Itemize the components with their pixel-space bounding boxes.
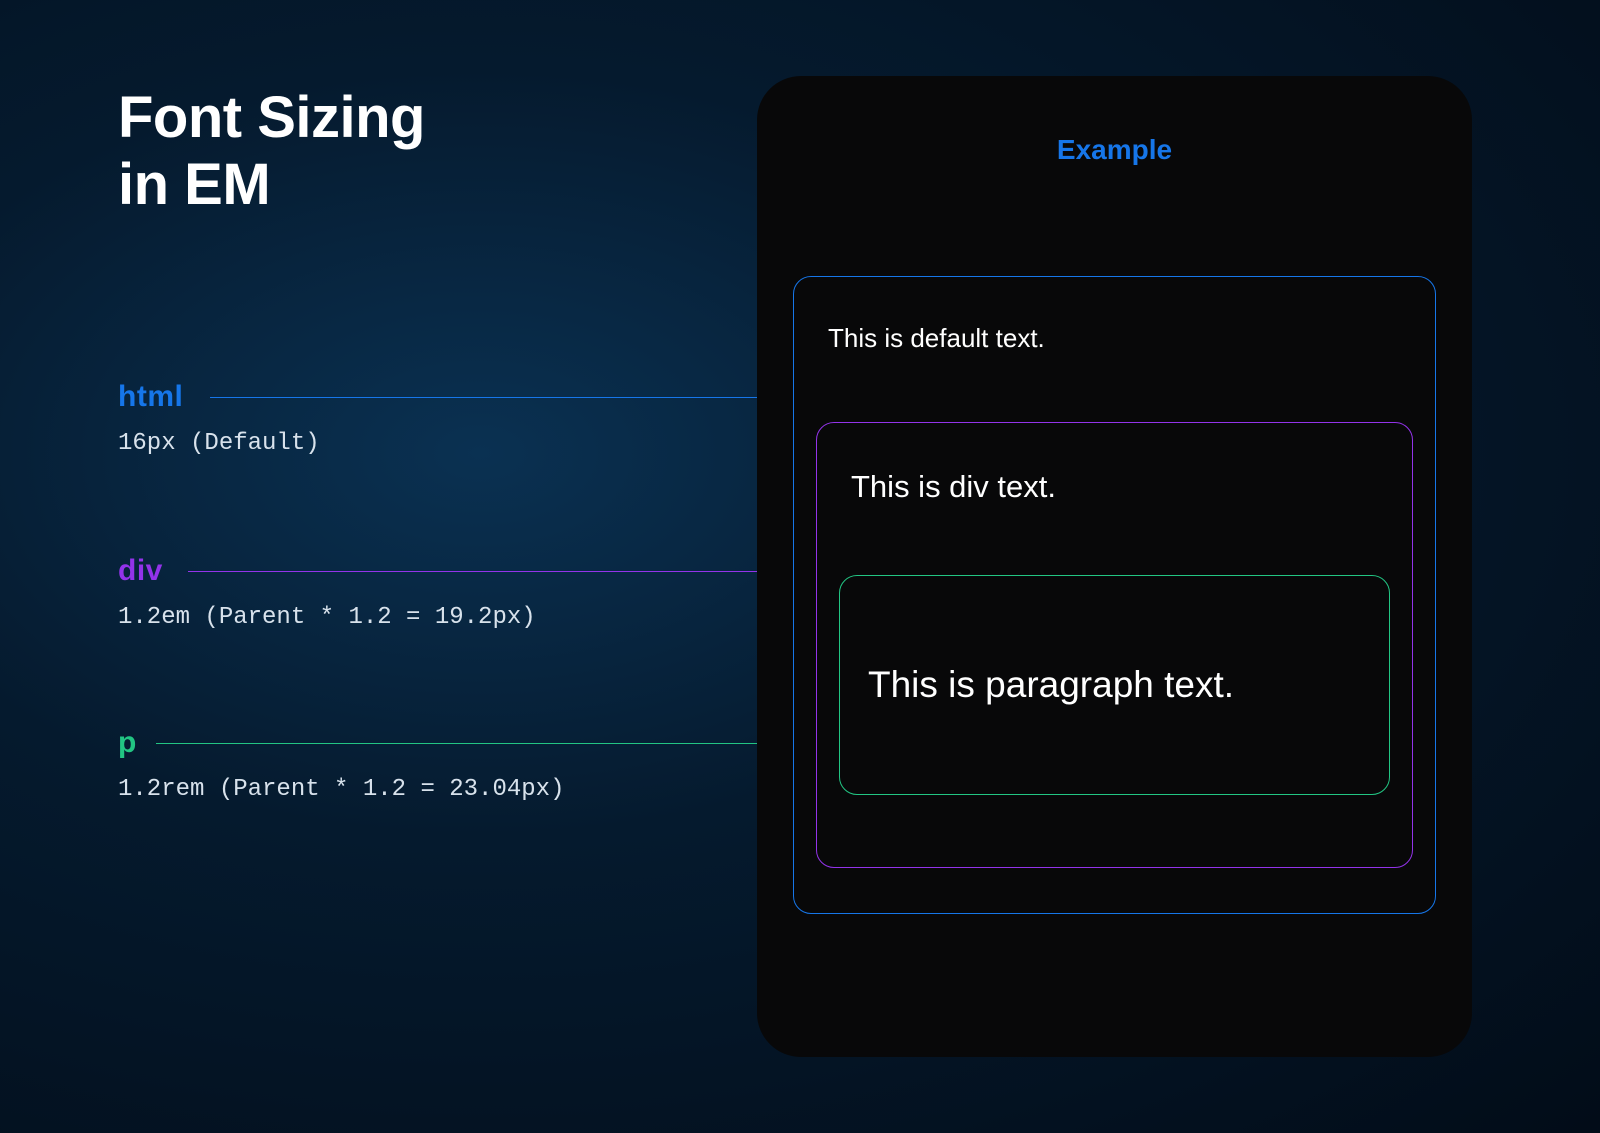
example-text-p: This is paragraph text. xyxy=(866,664,1236,706)
legend-desc-html: 16px (Default) xyxy=(118,430,320,457)
legend-item-div: div 1.2em (Parent * 1.2 = 19.2px) xyxy=(118,554,536,631)
legend-tag-div: div xyxy=(118,554,536,588)
example-box-p: This is paragraph text. xyxy=(839,575,1390,795)
example-text-div: This is div text. xyxy=(839,451,1390,505)
legend-tag-html: html xyxy=(118,380,320,414)
page-title: Font Sizing in EM xyxy=(118,85,425,218)
example-box-div: This is div text. This is paragraph text… xyxy=(816,422,1413,868)
example-box-html: This is default text. This is div text. … xyxy=(793,276,1436,914)
legend-desc-p: 1.2rem (Parent * 1.2 = 23.04px) xyxy=(118,776,564,803)
example-panel: Example This is default text. This is di… xyxy=(757,76,1472,1057)
legend-desc-div: 1.2em (Parent * 1.2 = 19.2px) xyxy=(118,604,536,631)
legend-item-html: html 16px (Default) xyxy=(118,380,320,457)
title-line-1: Font Sizing xyxy=(118,85,425,150)
example-heading: Example xyxy=(793,134,1436,166)
legend-tag-p: p xyxy=(118,726,564,760)
example-text-html: This is default text. xyxy=(816,305,1413,354)
legend-item-p: p 1.2rem (Parent * 1.2 = 23.04px) xyxy=(118,726,564,803)
title-line-2: in EM xyxy=(118,152,270,217)
